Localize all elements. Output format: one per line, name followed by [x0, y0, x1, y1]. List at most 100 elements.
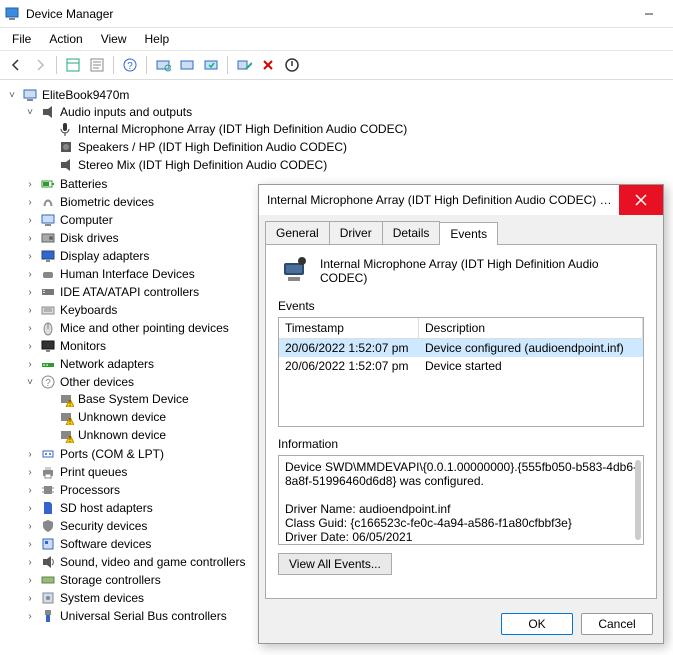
- info-line: [285, 488, 637, 502]
- device-icon: [58, 121, 74, 137]
- device-icon: [40, 230, 56, 246]
- expander-icon[interactable]: ›: [24, 214, 36, 226]
- menu-file[interactable]: File: [4, 30, 39, 48]
- minimize-button[interactable]: [629, 4, 669, 24]
- app-icon: [4, 6, 20, 22]
- expander-icon[interactable]: ›: [24, 502, 36, 514]
- tree-item-label: SD host adapters: [60, 501, 153, 515]
- back-button[interactable]: [6, 55, 26, 75]
- view-all-events-button[interactable]: View All Events...: [278, 553, 392, 575]
- expander-icon[interactable]: ˅: [24, 376, 36, 388]
- toolbar-disable-icon[interactable]: [282, 55, 302, 75]
- info-line: Device SWD\MMDEVAPI\{0.0.1.00000000}.{55…: [285, 460, 637, 474]
- expander-icon[interactable]: ›: [24, 358, 36, 370]
- expander-icon[interactable]: ›: [24, 574, 36, 586]
- expander-icon[interactable]: ›: [24, 538, 36, 550]
- expander-icon[interactable]: ›: [24, 286, 36, 298]
- menu-view[interactable]: View: [93, 30, 135, 48]
- tree-item-label: Unknown device: [78, 428, 166, 442]
- toolbar-update-icon[interactable]: [201, 55, 221, 75]
- tree-root[interactable]: ˅ EliteBook9470m: [6, 87, 671, 103]
- toolbar-separator: [113, 56, 114, 74]
- tree-item-label: Storage controllers: [60, 573, 161, 587]
- expander-icon[interactable]: ›: [24, 466, 36, 478]
- device-icon: [40, 176, 56, 192]
- device-icon: [40, 302, 56, 318]
- svg-text:!: !: [69, 417, 71, 425]
- tree-item-label: Mice and other pointing devices: [60, 321, 229, 335]
- expander-icon[interactable]: ›: [24, 520, 36, 532]
- menu-action[interactable]: Action: [41, 30, 90, 48]
- tree-item-label: Stereo Mix (IDT High Definition Audio CO…: [78, 158, 327, 172]
- expander-icon[interactable]: ›: [24, 556, 36, 568]
- toolbar-show-hide-icon[interactable]: [63, 55, 83, 75]
- toolbar-separator: [227, 56, 228, 74]
- tab-details[interactable]: Details: [382, 221, 441, 244]
- expander-icon[interactable]: ›: [24, 484, 36, 496]
- device-icon: [40, 464, 56, 480]
- device-icon: [40, 194, 56, 210]
- tree-item-label: Display adapters: [60, 249, 149, 263]
- col-timestamp[interactable]: Timestamp: [279, 318, 419, 338]
- tree-item-label: IDE ATA/ATAPI controllers: [60, 285, 199, 299]
- svg-text:!: !: [69, 399, 71, 407]
- tab-driver[interactable]: Driver: [329, 221, 383, 244]
- tab-general[interactable]: General: [265, 221, 330, 244]
- tree-item-label: Software devices: [60, 537, 151, 551]
- event-row[interactable]: 20/06/2022 1:52:07 pmDevice configured (…: [279, 339, 643, 357]
- tree-item-audio-device[interactable]: Speakers / HP (IDT High Definition Audio…: [42, 139, 671, 155]
- tree-item-label: Print queues: [60, 465, 127, 479]
- device-icon: [40, 320, 56, 336]
- information-box[interactable]: Device SWD\MMDEVAPI\{0.0.1.00000000}.{55…: [278, 455, 644, 545]
- expander-icon[interactable]: ˅: [24, 106, 36, 118]
- expander-icon[interactable]: ›: [24, 340, 36, 352]
- tab-events[interactable]: Events: [439, 222, 498, 245]
- expander-icon[interactable]: ›: [24, 268, 36, 280]
- toolbar: ?: [0, 51, 673, 80]
- expander-icon[interactable]: ›: [24, 232, 36, 244]
- toolbar-add-legacy-icon[interactable]: [177, 55, 197, 75]
- tree-item-label: Batteries: [60, 177, 107, 191]
- tree-item-audio-device[interactable]: Internal Microphone Array (IDT High Defi…: [42, 121, 671, 137]
- device-icon: [40, 266, 56, 282]
- toolbar-properties-icon[interactable]: [87, 55, 107, 75]
- expander-icon[interactable]: ›: [24, 304, 36, 316]
- expander-icon[interactable]: ›: [24, 178, 36, 190]
- close-button[interactable]: [619, 185, 663, 215]
- device-icon: !: [58, 427, 74, 443]
- expander-icon[interactable]: ›: [24, 322, 36, 334]
- expander-icon[interactable]: ›: [24, 250, 36, 262]
- event-description: Device configured (audioendpoint.inf): [419, 339, 643, 357]
- device-icon: [58, 139, 74, 155]
- col-description[interactable]: Description: [419, 318, 643, 338]
- expander-icon[interactable]: ›: [24, 592, 36, 604]
- expander-icon[interactable]: ›: [24, 196, 36, 208]
- toolbar-enable-icon[interactable]: [234, 55, 254, 75]
- toolbar-scan-icon[interactable]: [153, 55, 173, 75]
- menu-bar: File Action View Help: [0, 28, 673, 51]
- tree-item-label: Unknown device: [78, 410, 166, 424]
- events-header: Timestamp Description: [279, 318, 643, 339]
- toolbar-help-icon[interactable]: ?: [120, 55, 140, 75]
- device-icon: [40, 248, 56, 264]
- toolbar-uninstall-icon[interactable]: [258, 55, 278, 75]
- expander-icon[interactable]: ›: [24, 610, 36, 622]
- forward-button[interactable]: [30, 55, 50, 75]
- tree-root-label: EliteBook9470m: [42, 88, 129, 102]
- ok-button[interactable]: OK: [501, 613, 573, 635]
- menu-help[interactable]: Help: [137, 30, 178, 48]
- event-row[interactable]: 20/06/2022 1:52:07 pmDevice started: [279, 357, 643, 375]
- event-timestamp: 20/06/2022 1:52:07 pm: [279, 357, 419, 375]
- tree-item-label: Internal Microphone Array (IDT High Defi…: [78, 122, 407, 136]
- cancel-button[interactable]: Cancel: [581, 613, 653, 635]
- dialog-title: Internal Microphone Array (IDT High Defi…: [259, 193, 619, 207]
- scrollbar[interactable]: [635, 460, 641, 540]
- collapse-icon[interactable]: ˅: [6, 89, 18, 101]
- events-list[interactable]: Timestamp Description 20/06/2022 1:52:07…: [278, 317, 644, 427]
- tree-category-audio[interactable]: ˅Audio inputs and outputs: [24, 104, 671, 120]
- device-icon: [40, 608, 56, 624]
- tree-item-audio-device[interactable]: Stereo Mix (IDT High Definition Audio CO…: [42, 157, 671, 173]
- device-name: Internal Microphone Array (IDT High Defi…: [320, 257, 644, 285]
- device-icon: [40, 590, 56, 606]
- expander-icon[interactable]: ›: [24, 448, 36, 460]
